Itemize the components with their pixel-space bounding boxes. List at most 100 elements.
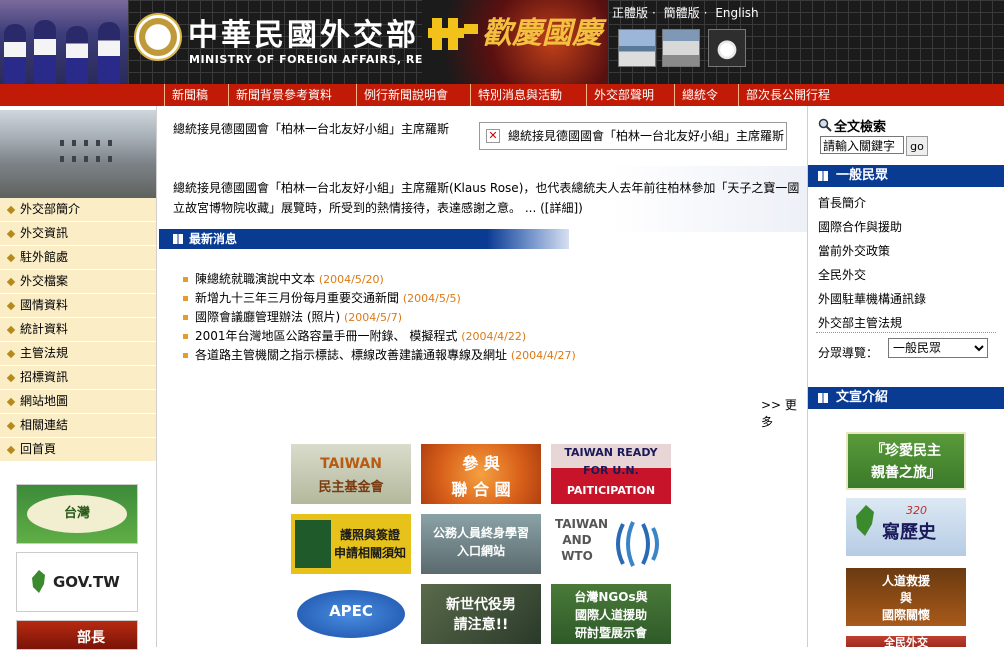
tile-ngo-humanitarian[interactable]: 台灣NGOs與 國際人道援助 研討暨展示會 (551, 584, 671, 644)
promo-humanitarian-aid[interactable]: 人道救援 與 國際關懷 (846, 568, 966, 626)
site-header: 中華民國外交部 MINISTRY OF FOREIGN AFFAIRS, REP… (0, 0, 1004, 84)
news-text[interactable]: 新增九十三年三月份每月重要交通新聞 (195, 291, 399, 305)
left-nav-archives[interactable]: 外交檔案 (0, 270, 156, 294)
building-window (108, 156, 112, 162)
search-title: 全文檢索 (834, 120, 887, 135)
search-go-button[interactable]: go (906, 136, 928, 156)
banner-gov-tw[interactable]: GOV.TW (16, 552, 138, 612)
news-list: 陳總統就職演說中文本 (2004/5/20) 新增九十三年三月份每月重要交通新聞… (183, 270, 783, 365)
building-window (60, 140, 64, 146)
left-nav-regulations[interactable]: 主管法規 (0, 342, 156, 366)
banner-gov-tw-label: GOV.TW (53, 573, 120, 591)
nav-minister-schedule[interactable]: 部次長公開行程 (738, 84, 830, 106)
tile-democracy-foundation[interactable]: TAIWAN 民主基金會 (291, 444, 411, 504)
left-nav-links[interactable]: 相關連結 (0, 414, 156, 438)
building-window (84, 140, 88, 146)
lang-english[interactable]: English (715, 6, 758, 20)
promo-320-history[interactable]: 320 寫歷史 (846, 498, 966, 556)
lang-simplified[interactable]: 簡體版 (664, 6, 700, 20)
tile-military-service[interactable]: 新世代役男 請注意!! (421, 584, 541, 644)
main-content: 總統接見德國國會「柏林一台北友好小組」主席羅斯 ✕ 總統接見德國國會「柏林一台北… (157, 106, 807, 647)
lang-traditional[interactable]: 正體版 (612, 6, 648, 20)
promo-header: 文宣介紹 (808, 387, 1004, 409)
link-head-profile[interactable]: 首長簡介 (818, 194, 866, 211)
link-people-diplomacy[interactable]: 全民外交 (818, 266, 866, 283)
search-icon (818, 118, 832, 132)
building-window (108, 140, 112, 146)
left-nav-label: 主管法規 (20, 346, 69, 360)
list-item[interactable]: 2001年台灣地區公路容量手冊一附錄、 模擬程式 (2004/4/22) (183, 327, 783, 346)
ministry-seal-logo[interactable] (134, 13, 182, 61)
more-news-link[interactable]: >> 更多 (761, 396, 807, 430)
link-foreign-policy[interactable]: 當前外交政策 (818, 242, 890, 259)
tile-taiwan-wto[interactable]: TAIWAN AND WTO (551, 514, 671, 574)
thumbnail-building[interactable] (662, 29, 700, 67)
search-input[interactable] (820, 136, 904, 154)
nav-news-background[interactable]: 新聞背景參考資料 (228, 84, 332, 106)
tile-line1: TAIWAN (320, 456, 382, 472)
thumbnail-flower[interactable] (708, 29, 746, 67)
left-nav-diplomacy-info[interactable]: 外交資訊 (0, 222, 156, 246)
left-nav-country-info[interactable]: 國情資料 (0, 294, 156, 318)
link-foreign-agencies[interactable]: 外國駐華機構通訊錄 (818, 290, 926, 307)
thumbnail-city[interactable] (618, 29, 656, 67)
left-nav-home[interactable]: 回首頁 (0, 438, 156, 462)
list-item[interactable]: 陳總統就職演說中文本 (2004/5/20) (183, 270, 783, 289)
general-public-title: 一般民眾 (836, 168, 889, 183)
left-nav-label: 外交檔案 (20, 274, 69, 288)
audience-label: 分眾導覽： (818, 346, 879, 360)
bullet-icon (183, 277, 188, 282)
nav-special-events[interactable]: 特別消息與活動 (470, 84, 562, 106)
bullet-icon (6, 349, 16, 358)
audience-select[interactable]: 一般民眾 (888, 338, 988, 358)
nav-presidential-decree[interactable]: 總統令 (674, 84, 718, 106)
left-nav-label: 網站地圖 (20, 394, 69, 408)
list-item[interactable]: 新增九十三年三月份每月重要交通新聞 (2004/5/5) (183, 289, 783, 308)
news-text[interactable]: 國際會議廳管理辦法 (照片) (195, 310, 340, 324)
left-sidebar: 外交部簡介 外交資訊 駐外館處 外交檔案 國情資料 統計資料 主管法規 招標資訊… (0, 106, 157, 650)
promo-line2: 寫歷史 (882, 522, 936, 543)
left-nav-about[interactable]: 外交部簡介 (0, 198, 156, 222)
news-text[interactable]: 2001年台灣地區公路容量手冊一附錄、 模擬程式 (195, 329, 457, 343)
tile-line1: 護照與簽證 (339, 528, 400, 542)
headline-summary: 總統接見德國國會「柏林一台北友好小組」主席羅斯(Klaus Rose)，也代表總… (173, 181, 800, 215)
banner-taiwan-office[interactable]: 台灣 (16, 484, 138, 544)
tile-taiwan-un[interactable]: TAIWAN READY FOR U.N. PAITICIPATION (551, 444, 671, 504)
left-nav-statistics[interactable]: 統計資料 (0, 318, 156, 342)
nav-ministry-statement[interactable]: 外交部聲明 (586, 84, 654, 106)
nav-press-release[interactable]: 新聞稿 (164, 84, 208, 106)
tile-civil-servant-learning[interactable]: 公務人員終身學習 入口網站 (421, 514, 541, 574)
left-nav-sitemap[interactable]: 網站地圖 (0, 390, 156, 414)
promo-people-diplomacy[interactable]: 全民外交 (846, 636, 966, 647)
left-nav-tenders[interactable]: 招標資訊 (0, 366, 156, 390)
tile-line1: 參 與 (462, 454, 500, 473)
headline-link[interactable]: 總統接見德國國會「柏林一台北友好小組」主席羅斯 (173, 120, 457, 138)
tile-apec[interactable]: APEC (291, 584, 411, 644)
building-window (72, 156, 76, 162)
tile-line1: 台灣NGOs與 (574, 590, 648, 604)
list-item[interactable]: 國際會議廳管理辦法 (照片) (2004/5/7) (183, 308, 783, 327)
list-item[interactable]: 各道路主管機關之指示標誌、標線改善建議通報專線及網址 (2004/4/27) (183, 346, 783, 365)
nav-press-briefing[interactable]: 例行新聞說明會 (356, 84, 448, 106)
bullet-icon (6, 397, 16, 406)
promo-democracy-tour[interactable]: 『珍愛民主 親善之旅』 (846, 432, 966, 490)
news-date: (2004/5/20) (318, 273, 384, 286)
link-ministry-regulations[interactable]: 外交部主管法規 (818, 314, 902, 331)
bullet-icon (6, 277, 16, 286)
tile-line2: 聯 合 國 (451, 480, 511, 499)
left-nav-missions[interactable]: 駐外館處 (0, 246, 156, 270)
bullet-icon (183, 334, 188, 339)
tile-passport-visa[interactable]: 護照與簽證 申請相關須知 (291, 514, 411, 574)
tile-line1: 公務人員終身學習 (432, 526, 529, 540)
tile-join-un[interactable]: 參 與 聯 合 國 (421, 444, 541, 504)
tile-line2: 國際人道援助 (574, 608, 647, 622)
banner-minister-label: 部長 (77, 630, 105, 646)
news-text[interactable]: 各道路主管機關之指示標誌、標線改善建議通報專線及網址 (195, 348, 507, 362)
wto-logo-icon (616, 521, 659, 567)
link-intl-cooperation[interactable]: 國際合作與援助 (818, 218, 902, 235)
headline-image-placeholder[interactable]: ✕ 總統接見德國國會「柏林一台北友好小組」主席羅斯 (479, 122, 787, 150)
banner-minister[interactable]: 部長 (16, 620, 138, 650)
latest-news-title: 最新消息 (189, 232, 238, 246)
news-text[interactable]: 陳總統就職演說中文本 (195, 272, 315, 286)
promo-line2: 親善之旅』 (871, 465, 941, 481)
